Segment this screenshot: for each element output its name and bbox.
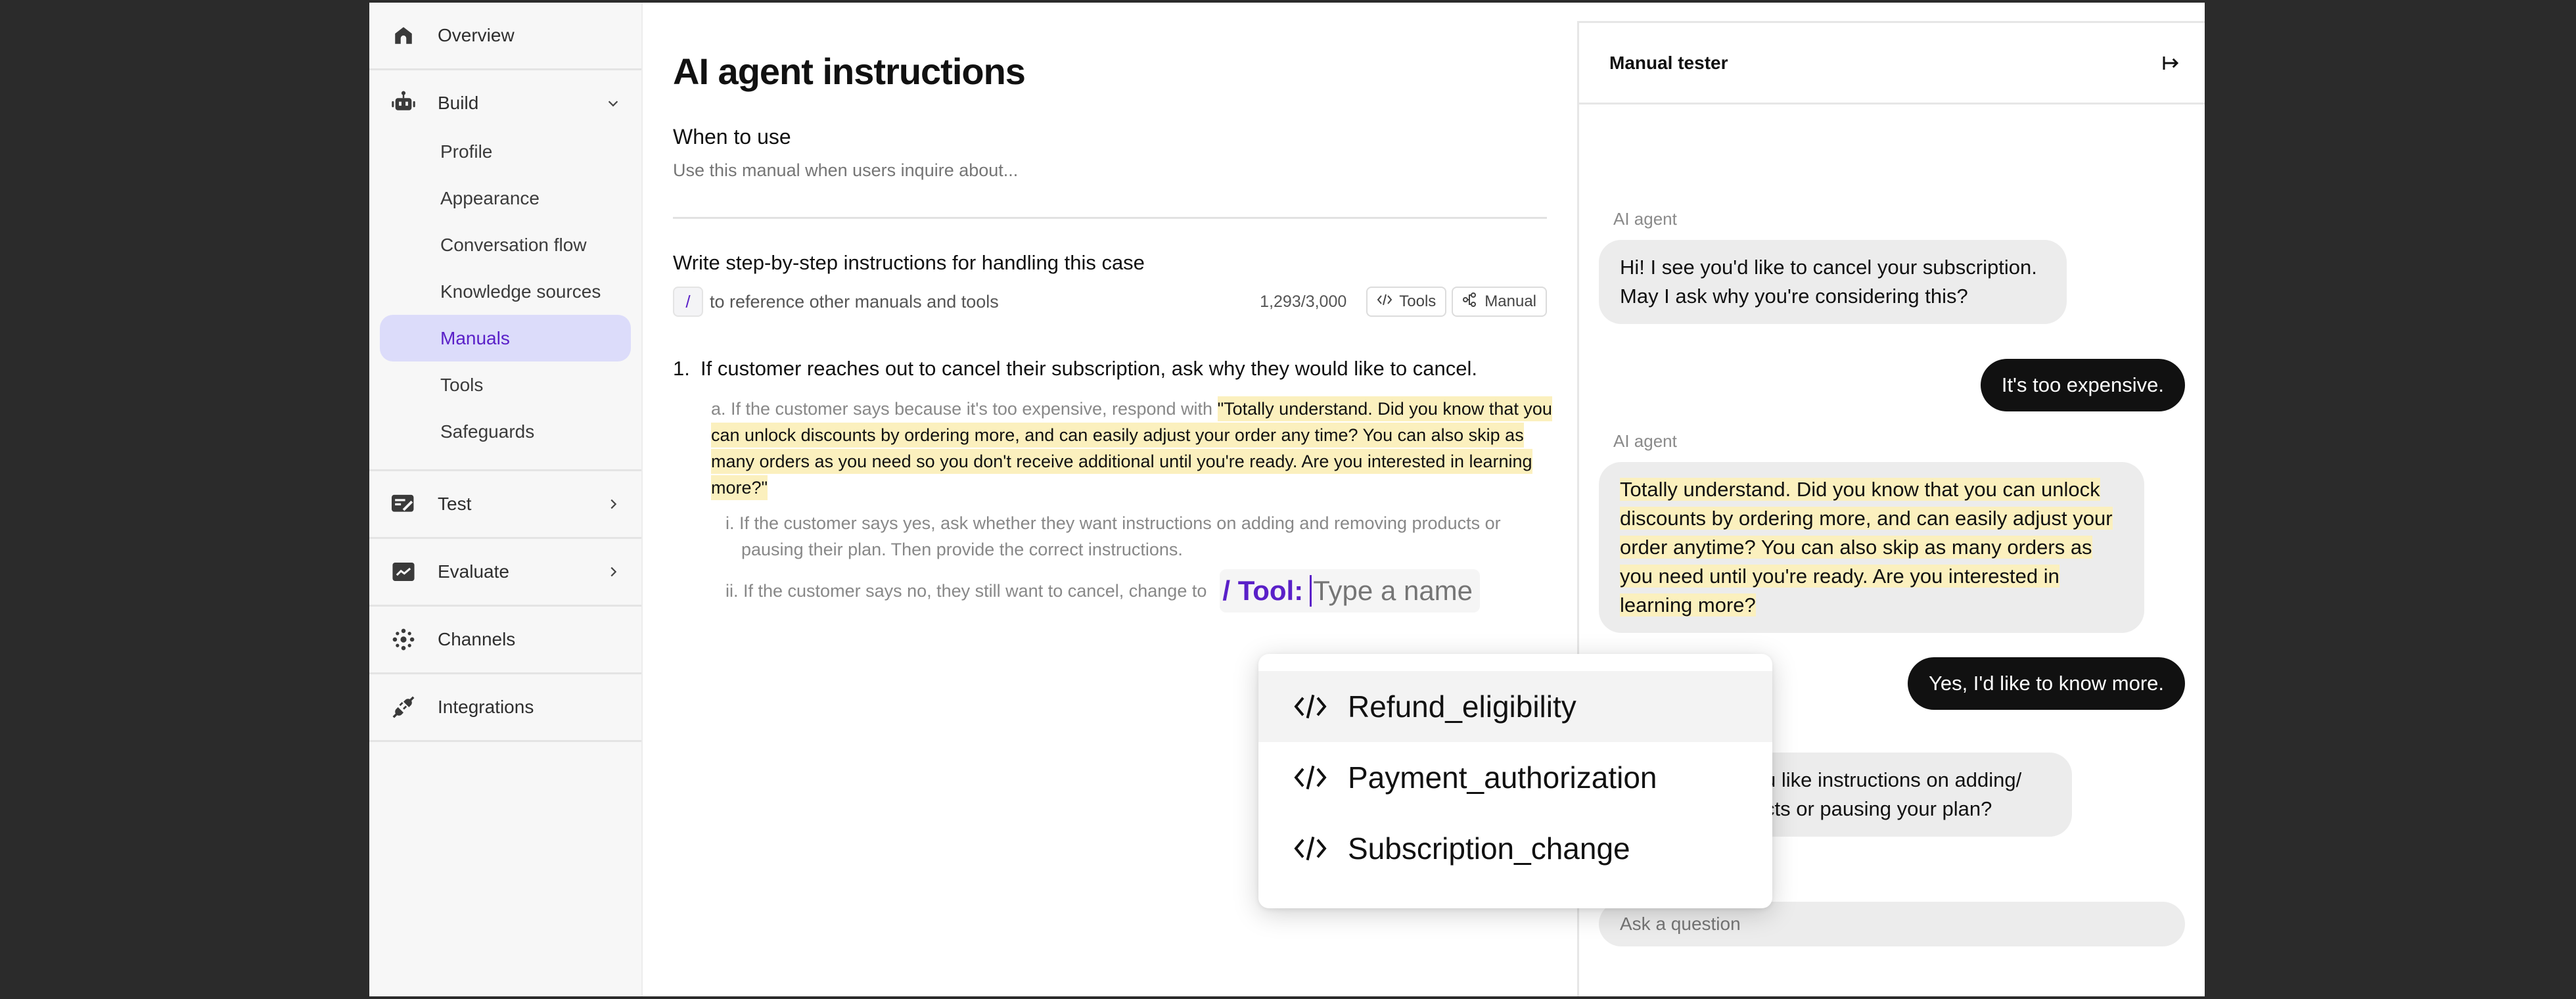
char-count: 1,293 (1260, 292, 1301, 311)
insert-tools-button[interactable]: Tools (1366, 287, 1447, 317)
code-icon (1293, 833, 1332, 864)
tool-option-refund-eligibility[interactable]: Refund_eligibility (1258, 671, 1772, 742)
plug-icon (390, 694, 417, 720)
highlighted-agent-reply: Totally understand. Did you know that yo… (1620, 478, 2113, 616)
channels-dots-icon (390, 626, 417, 653)
instructions-editor[interactable]: 1. If customer reaches out to cancel the… (673, 356, 1553, 613)
instruction-step-1a: a. If the customer says because it's too… (673, 396, 1553, 501)
step-1a-prefix: a. If the customer says because it's too… (711, 399, 1218, 419)
when-to-use-input[interactable] (673, 160, 1547, 181)
steps-helper-row: / to reference other manuals and tools 1… (673, 287, 1547, 317)
sidebar-item-label: Channels (438, 629, 516, 649)
text-caret (1310, 575, 1312, 607)
nav-section-evaluate: Evaluate (369, 539, 641, 607)
character-counter: 1,293/3,000 (1260, 292, 1346, 312)
collapse-panel-icon[interactable] (2157, 50, 2184, 76)
tool-name-input[interactable] (1313, 575, 1478, 607)
nav-section-channels: Channels (369, 607, 641, 674)
tool-option-subscription-change[interactable]: Subscription_change (1258, 813, 1772, 884)
section-divider (673, 217, 1547, 219)
sidebar: Overview Build Profile Appearance Conver… (369, 3, 643, 996)
tool-prefix-label: / Tool: (1222, 575, 1304, 606)
sidebar-item-conversation-flow[interactable]: Conversation flow (380, 221, 631, 268)
chevron-right-icon (605, 496, 622, 513)
user-message: It's too expensive. (1980, 359, 2185, 411)
sidebar-item-integrations[interactable]: Integrations (369, 674, 641, 740)
nav-section-integrations: Integrations (369, 674, 641, 742)
instruction-step-1a-i: i. If the customer says yes, ask whether… (725, 513, 1501, 559)
step-number: 1. (673, 357, 690, 380)
sidebar-item-tools[interactable]: Tools (380, 361, 631, 408)
sidebar-item-safeguards[interactable]: Safeguards (380, 408, 631, 455)
sidebar-item-test[interactable]: Test (369, 471, 641, 537)
tool-option-label: Refund_eligibility (1348, 689, 1576, 724)
robot-icon (390, 90, 417, 116)
step-text: If customer reaches out to cancel their … (701, 357, 1478, 380)
helper-text: to reference other manuals and tools (710, 291, 999, 312)
code-icon (1293, 762, 1332, 793)
sidebar-item-label: Overview (438, 25, 515, 45)
nav-section-test: Test (369, 471, 641, 539)
code-icon (1377, 292, 1392, 311)
steps-label: Write step-by-step instructions for hand… (673, 251, 1145, 274)
sidebar-item-label: Evaluate (438, 561, 509, 582)
step-1a-ii-text: ii. If the customer says no, they still … (725, 580, 1207, 601)
sidebar-item-build[interactable]: Build (369, 70, 641, 136)
message-author: AI agent (1613, 209, 1677, 229)
user-message: Yes, I'd like to know more. (1908, 657, 2185, 710)
agent-message: Totally understand. Did you know that yo… (1599, 462, 2144, 633)
tool-reference-chip[interactable]: / Tool: (1220, 569, 1481, 613)
tools-button-label: Tools (1399, 292, 1437, 310)
sidebar-item-label: Integrations (438, 697, 534, 717)
instruction-step-1a-ii: ii. If the customer says no, they still … (673, 569, 1553, 613)
agent-message: Hi! I see you'd like to cancel your subs… (1599, 240, 2067, 324)
sidebar-item-manuals[interactable]: Manuals (380, 315, 631, 361)
home-icon (390, 22, 417, 49)
sidebar-item-label: Build (438, 93, 479, 113)
code-icon (1293, 691, 1332, 722)
tool-option-label: Payment_authorization (1348, 760, 1657, 795)
sidebar-item-evaluate[interactable]: Evaluate (369, 539, 641, 605)
build-submenu: Profile Appearance Conversation flow Kno… (369, 128, 641, 469)
tool-suggestion-dropdown: Refund_eligibility Payment_authorization… (1258, 654, 1772, 908)
sidebar-item-overview[interactable]: Overview (369, 3, 641, 68)
sidebar-item-appearance[interactable]: Appearance (380, 175, 631, 221)
agent-message-line: u like instructions on adding/ (1764, 768, 2022, 791)
chart-trend-icon (390, 559, 417, 585)
tool-option-payment-authorization[interactable]: Payment_authorization (1258, 742, 1772, 813)
chat-title: Manual tester (1609, 52, 1728, 73)
test-edit-icon (390, 491, 417, 517)
ask-question-input[interactable] (1599, 902, 2185, 946)
message-author: AI agent (1613, 431, 1677, 451)
chevron-down-icon[interactable] (605, 95, 622, 112)
agent-message-line: cts or pausing your plan? (1764, 797, 1992, 820)
sidebar-item-label: Test (438, 494, 472, 514)
char-limit: 3,000 (1305, 292, 1347, 311)
tool-option-label: Subscription_change (1348, 831, 1630, 866)
sidebar-item-channels[interactable]: Channels (369, 607, 641, 672)
chat-header: Manual tester (1579, 23, 2205, 105)
sidebar-item-knowledge-sources[interactable]: Knowledge sources (380, 268, 631, 315)
manual-flow-icon (1462, 292, 1478, 312)
slash-key-chip: / (673, 287, 703, 317)
chevron-right-icon (605, 563, 622, 580)
instruction-step-1: 1. If customer reaches out to cancel the… (673, 356, 1553, 381)
char-separator: / (1300, 292, 1306, 311)
nav-section-overview: Overview (369, 3, 641, 70)
manual-button-label: Manual (1484, 292, 1536, 310)
insert-manual-button[interactable]: Manual (1452, 287, 1547, 317)
nav-section-build: Build Profile Appearance Conversation fl… (369, 70, 641, 471)
page-title: AI agent instructions (673, 51, 1026, 92)
when-to-use-label: When to use (673, 125, 791, 149)
app-window: Overview Build Profile Appearance Conver… (369, 3, 2205, 996)
